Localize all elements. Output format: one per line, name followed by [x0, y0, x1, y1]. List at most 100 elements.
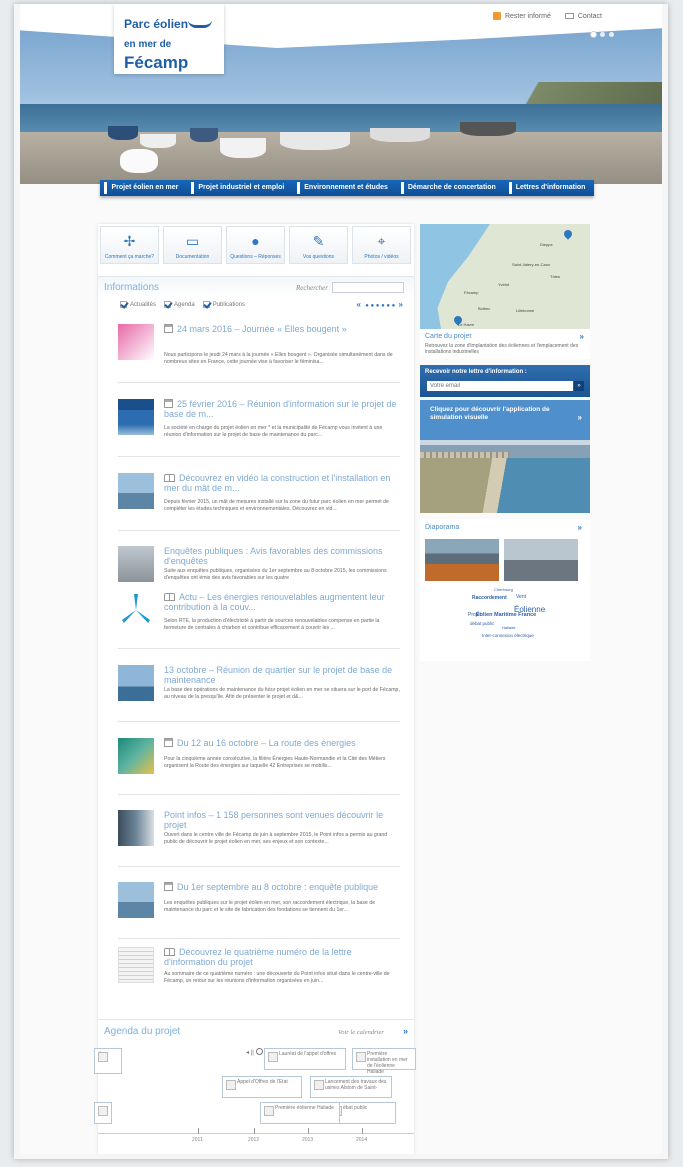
- map-town: Lillebonne: [516, 308, 535, 313]
- rss-link[interactable]: Rester informé: [492, 12, 551, 20]
- nav-environnement[interactable]: Environnement et études: [297, 182, 392, 194]
- tag[interactable]: Vent: [516, 594, 526, 600]
- timeline-event[interactable]: Appel d'Offres de l'Etat: [222, 1076, 302, 1098]
- search-input[interactable]: [332, 282, 404, 293]
- newsletter-submit-button[interactable]: »: [574, 381, 584, 391]
- calendar-link[interactable]: Voir le calendrier: [338, 1029, 384, 1036]
- mail-icon: [564, 12, 574, 19]
- timeline-axis: [98, 1133, 414, 1134]
- event-label: Lauréat de l'appel d'offres: [279, 1051, 337, 1057]
- nav-lettres[interactable]: Lettres d'information: [508, 182, 590, 194]
- map-arrow[interactable]: »: [580, 332, 584, 341]
- nav-concertation[interactable]: Démarche de concertation: [400, 182, 500, 194]
- article-title[interactable]: Enquêtes publiques : Avis favorables des…: [164, 546, 400, 566]
- newsletter-email-input[interactable]: [427, 381, 573, 391]
- shortcut-documentation[interactable]: ▭ Documentation: [163, 226, 222, 264]
- pager-next[interactable]: »: [399, 300, 404, 309]
- article-title[interactable]: Point infos – 1 158 personnes sont venue…: [164, 810, 400, 830]
- separator: [118, 530, 400, 531]
- book-icon: [164, 474, 175, 482]
- article-thumbnail: [118, 546, 154, 582]
- nav-projet-eolien[interactable]: Projet éolien en mer: [104, 182, 182, 194]
- speech-bubbles-icon: ●: [251, 233, 260, 249]
- timeline-event[interactable]: des ales: [94, 1048, 122, 1074]
- diaporama-photo[interactable]: [425, 539, 499, 581]
- logo-line2-small: en mer de: [124, 39, 172, 50]
- tag[interactable]: débat public: [470, 621, 494, 626]
- timeline-tick: [362, 1128, 363, 1134]
- map-town: Le Havre: [458, 322, 475, 327]
- timeline-event[interactable]: Lauréat de l'appel d'offres: [264, 1048, 346, 1070]
- shortcut-label: Documentation: [175, 254, 210, 260]
- boat: [190, 128, 218, 142]
- simulation-banner[interactable]: Cliquez pour découvrir l'application de …: [420, 400, 590, 513]
- diaporama-title: Diaporama: [425, 524, 460, 531]
- map-caption[interactable]: Carte du projet Retrouvez la zone d'impl…: [420, 329, 590, 359]
- timeline-event[interactable]: Première éolienne Haliade: [260, 1102, 340, 1124]
- article-title-text: 25 février 2016 – Réunion d'information …: [164, 399, 397, 419]
- book-icon: [164, 593, 175, 601]
- article-title-text: Enquêtes publiques : Avis favorables des…: [164, 546, 383, 566]
- tag[interactable]: Haliade: [502, 625, 516, 630]
- article-title[interactable]: Du 1er septembre au 8 octobre : enquête …: [164, 882, 400, 892]
- tag[interactable]: Inter-connexion électrique: [482, 633, 534, 638]
- slider-dot[interactable]: [609, 32, 614, 37]
- timeline-event[interactable]: Première installation en mer de l'éolien…: [352, 1048, 416, 1075]
- tag-cloud: Cherbourg Raccordement Vent Éolienne Éol…: [420, 585, 590, 655]
- event-label: Lancement des travaux des usines Alstom …: [325, 1079, 387, 1091]
- diaporama-arrow[interactable]: »: [578, 523, 582, 532]
- shortcut-your-questions[interactable]: ✎ Vos questions: [289, 226, 348, 264]
- nav-projet-industriel[interactable]: Projet industriel et emploi: [191, 182, 288, 194]
- tag[interactable]: Projet: [468, 612, 481, 618]
- article-title-text: Du 1er septembre au 8 octobre : enquête …: [177, 882, 379, 892]
- shortcut-how-it-works[interactable]: ✢ Comment ça marche?: [100, 226, 159, 264]
- map-town: Tôtes: [550, 274, 561, 279]
- filter-agenda[interactable]: Agenda: [164, 301, 195, 309]
- shortcut-faq[interactable]: ● Questions – Réponses: [226, 226, 285, 264]
- timeline-event[interactable]: [94, 1102, 112, 1124]
- simulation-arrow[interactable]: »: [578, 414, 582, 422]
- agenda-arrow[interactable]: »: [403, 1026, 408, 1036]
- site-logo[interactable]: Parc éolien en mer de Fécamp: [114, 4, 224, 74]
- slider-dot[interactable]: [600, 32, 605, 37]
- boat: [220, 138, 266, 158]
- article-title[interactable]: Découvrez le quatrième numéro de la lett…: [164, 947, 400, 967]
- timeline-tick: [198, 1128, 199, 1134]
- filter-publications[interactable]: Publications: [202, 301, 245, 309]
- article-title[interactable]: Actu – Les énergies renouvelables augmen…: [164, 592, 400, 612]
- slider-dot[interactable]: [591, 32, 596, 37]
- article-title[interactable]: Découvrez en vidéo la construction et l'…: [164, 473, 400, 493]
- article-title[interactable]: 24 mars 2016 – Journée « Elles bougent »: [164, 324, 400, 334]
- contact-link[interactable]: Contact: [564, 12, 602, 20]
- tag[interactable]: Cherbourg: [494, 587, 513, 592]
- map-town: Yvetot: [498, 282, 510, 287]
- calendar-icon: [164, 324, 173, 333]
- timeline-event[interactable]: Lancement des travaux des usines Alstom …: [310, 1076, 392, 1098]
- calendar-icon: [164, 738, 173, 747]
- article-thumbnail: [118, 592, 154, 628]
- project-map[interactable]: Dieppe Saint-Valery-en-Caux Yvetot Tôtes…: [420, 224, 590, 329]
- article-title[interactable]: 13 octobre – Réunion de quartier sur le …: [164, 665, 400, 685]
- pager-prev[interactable]: «: [357, 300, 362, 309]
- boat: [140, 134, 176, 148]
- map-sea: [420, 224, 490, 329]
- sim-coast: [420, 458, 590, 513]
- tag[interactable]: Raccordement: [472, 595, 507, 601]
- tag[interactable]: Éolien Maritime France: [476, 612, 536, 618]
- article-desc: Pour la cinquième année consécutive, la …: [164, 756, 386, 769]
- article-title[interactable]: Du 12 au 16 octobre – La route des énerg…: [164, 738, 400, 748]
- diaporama-photo[interactable]: [504, 539, 578, 581]
- newsletter-box: Recevoir notre lettre d'information : »: [420, 365, 590, 397]
- boat: [120, 149, 158, 173]
- article-title-text: Découvrez le quatrième numéro de la lett…: [164, 947, 352, 967]
- pager-dots[interactable]: ● ● ● ● ● ●: [365, 303, 395, 309]
- filter-bar: Actualités Agenda Publications « ● ● ● ●…: [98, 298, 414, 312]
- article-title-text: 13 octobre – Réunion de quartier sur le …: [164, 665, 393, 685]
- article-thumbnail: [118, 399, 154, 435]
- shortcut-photos-videos[interactable]: ⌖ Photos / vidéos: [352, 226, 411, 264]
- article-title[interactable]: 25 février 2016 – Réunion d'information …: [164, 399, 400, 419]
- simulation-header: Cliquez pour découvrir l'application de …: [420, 400, 590, 440]
- camera-icon: ⌖: [377, 233, 386, 249]
- filter-actualites[interactable]: Actualités: [120, 301, 156, 309]
- map-desc: Retrouvez la zone d'implantation des éol…: [425, 343, 579, 355]
